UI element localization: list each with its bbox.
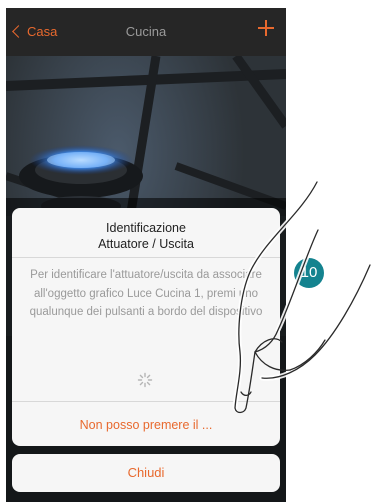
divider: [12, 257, 280, 258]
page-title: Cucina: [125, 24, 167, 39]
phone-screen: Casa Cucina Identificazione Attuatore / …: [6, 8, 286, 502]
dialog-title: Identificazione Attuatore / Uscita: [98, 221, 194, 251]
cannot-press-button[interactable]: Non posso premere il ...: [12, 410, 280, 440]
divider: [12, 401, 280, 402]
close-button[interactable]: Chiudi: [12, 454, 280, 492]
step-number-badge: 10: [294, 258, 324, 288]
spinner-icon: [137, 372, 153, 388]
navigation-bar: Casa Cucina: [6, 8, 286, 56]
identification-dialog: Identificazione Attuatore / Uscita Per i…: [12, 208, 280, 446]
plus-icon[interactable]: [256, 18, 276, 38]
dialog-message: Per identificare l'attuatore/uscita da a…: [29, 269, 263, 318]
